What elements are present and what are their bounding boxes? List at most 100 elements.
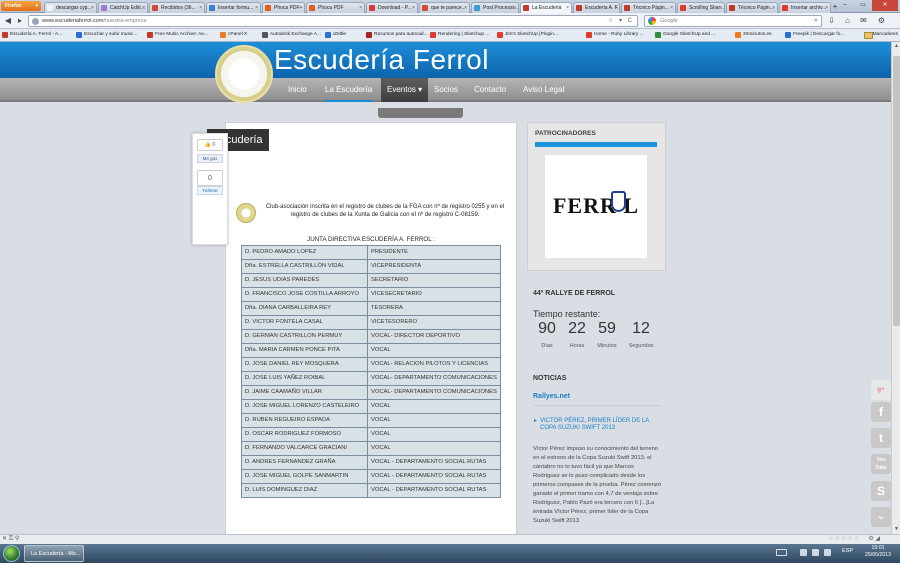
close-tab-icon[interactable]: × (825, 3, 828, 13)
close-tab-icon[interactable]: × (299, 3, 302, 13)
scroll-down-arrow-icon[interactable]: ▼ (892, 525, 900, 534)
gplus-icon[interactable]: g+ (871, 380, 891, 400)
bookmark-item[interactable]: Escuchar y subir music... (76, 31, 137, 39)
mail-icon[interactable]: ✉ (858, 16, 869, 26)
tray-arrow-icon[interactable] (800, 549, 807, 556)
social-share-widget: 👍 0 Me gus 0 Twittear (192, 133, 228, 245)
start-button[interactable] (3, 545, 20, 562)
scroll-up-arrow-icon[interactable]: ▲ (892, 42, 900, 51)
browser-tab[interactable]: Técnico Págin... × (726, 2, 778, 13)
language-indicator[interactable]: ESP (842, 548, 853, 554)
close-tab-icon[interactable]: × (199, 3, 202, 13)
minimize-button[interactable]: – (836, 0, 854, 11)
rating-stars[interactable]: ☆☆☆☆☆ (828, 535, 860, 544)
close-tab-icon[interactable]: × (566, 3, 569, 13)
facebook-icon[interactable]: f (871, 402, 891, 422)
table-row: D. JOSE MIGUEL LORENZO CASTELEIRO VOCAL (241, 399, 501, 414)
bookmark-item[interactable]: iZettle (325, 31, 346, 39)
bookmark-item[interactable]: 20minutos.es (735, 31, 772, 39)
site-title[interactable]: Escudería Ferrol (274, 44, 489, 76)
menu-item-contacto[interactable]: Contacto (474, 78, 506, 102)
bookmark-item[interactable]: Freepik | Descargar fo... (785, 31, 844, 39)
close-tab-icon[interactable]: × (772, 3, 775, 13)
close-tab-icon[interactable]: × (255, 3, 258, 13)
close-tab-icon[interactable]: × (142, 3, 145, 13)
url-text[interactable]: www.escuderiaferrol.com/nuestra-empresa (42, 17, 147, 26)
addon-gear-icon[interactable]: ⚙ ◢ (868, 535, 880, 544)
twitter-icon[interactable]: t (871, 428, 891, 448)
menu-item-socios[interactable]: Socios (434, 78, 458, 102)
close-tab-icon[interactable]: × (513, 3, 516, 13)
tweet-button[interactable]: Twittear (197, 186, 223, 195)
browser-tab[interactable]: CatchUp Editi... × (98, 2, 148, 13)
member-role-cell: VICETESORERO (367, 315, 501, 330)
like-button[interactable]: 👍 0 (197, 139, 223, 151)
browser-tab[interactable]: descargar cyp... × (44, 2, 97, 13)
gear-icon[interactable]: ⚙ (876, 16, 887, 26)
browser-tab[interactable]: Técnico Págin... × (621, 2, 676, 13)
bookmark-item[interactable]: Escudería A. Ferrol - A... (2, 31, 62, 39)
keyboard-icon[interactable] (776, 549, 787, 556)
bookmark-item[interactable]: cPanel X (220, 31, 247, 39)
browser-tab[interactable]: Phoca PDF × (306, 2, 365, 13)
home-icon[interactable]: ⌂ (842, 16, 853, 26)
maximize-button[interactable]: ▭ (854, 0, 872, 11)
youtube-icon[interactable]: You Tube (871, 454, 891, 474)
back-arrow-icon[interactable]: ◀ (3, 16, 13, 26)
google-icon[interactable] (648, 17, 656, 25)
news-source-link[interactable]: Rallyes.net (533, 393, 570, 400)
taskbar-window-item[interactable]: La Escudería - Mo... (24, 545, 84, 562)
close-tab-icon[interactable]: × (670, 3, 673, 13)
bookmark-item[interactable]: Google SketchUp and ... (655, 31, 715, 39)
news-headline-link[interactable]: VICTOR PÉREZ, PRIMER LÍDER DE LA COPA SU… (534, 418, 662, 432)
volume-icon[interactable] (824, 549, 831, 556)
download-icon[interactable]: ⇩ (826, 16, 837, 26)
bookmark-item[interactable]: Jim's SketchUp [Plugin... (497, 31, 558, 39)
network-icon[interactable] (812, 549, 819, 556)
browser-tab[interactable]: Insertar formu... × (206, 2, 261, 13)
bookmark-item[interactable]: Free Music Archive: Ae... (147, 31, 208, 39)
menu-item-aviso-legal[interactable]: Aviso Legal (523, 78, 564, 102)
skype-icon[interactable]: S (871, 481, 891, 501)
bookmark-item[interactable]: Rendering | Sketchup ... (430, 31, 489, 39)
facebook-like-button[interactable]: Me gus (197, 154, 223, 163)
sponsor-logo[interactable]: FERR L (545, 155, 647, 258)
menu-item-la-escuderia[interactable]: La Escudería (325, 78, 373, 102)
bookmark-label: Jim's SketchUp [Plugin... (505, 32, 558, 37)
addon-bar-icons[interactable]: ✕ ⚿ ⚲ (2, 535, 19, 544)
bookmark-label: iZettle (333, 32, 347, 37)
search-icon[interactable]: ⌕ (814, 16, 818, 26)
browser-tab[interactable]: Phoca PDF - J...× (262, 2, 305, 13)
address-bar[interactable]: www.escuderiaferrol.com/nuestra-empresa … (28, 15, 638, 27)
club-logo[interactable] (215, 45, 273, 103)
bookmark-item[interactable]: Recursos para autocad... (366, 31, 428, 39)
browser-tab[interactable]: Insertar archiv... × (779, 2, 831, 13)
menu-item-inicio[interactable]: Inicio (288, 78, 307, 102)
close-tab-icon[interactable]: × (412, 3, 415, 13)
close-tab-icon[interactable]: × (91, 3, 94, 13)
forward-arrow-icon[interactable]: ▸ (15, 16, 25, 26)
site-identity-icon[interactable] (32, 18, 39, 25)
close-tab-icon[interactable]: × (719, 3, 722, 13)
menu-item-eventos[interactable]: Eventos ▾ (381, 78, 429, 102)
scroll-down-icon[interactable]: ⌄ (871, 507, 891, 527)
close-tab-icon[interactable]: × (614, 3, 617, 13)
firefox-menu-button[interactable]: Firefox (1, 1, 41, 11)
vertical-scrollbar[interactable]: ▲ ▼ (891, 42, 900, 534)
bookmark-item[interactable]: Autodesk Exchange A... (262, 31, 321, 39)
browser-tab[interactable]: Escudería A. F... × (573, 2, 620, 13)
scrollbar-thumb[interactable] (893, 56, 900, 326)
url-controls[interactable]: ☆ ▾ C (608, 16, 634, 26)
clock[interactable]: 19:01 25/05/2013 (862, 545, 894, 559)
close-tab-icon[interactable]: × (464, 3, 467, 13)
bookmark-item[interactable]: Home - Ruby Library ... (586, 31, 644, 39)
close-window-button[interactable]: ✕ (872, 0, 898, 11)
browser-tab[interactable]: Recibidos (36... × (149, 2, 205, 13)
browser-tab[interactable]: Download - P... × (366, 2, 418, 13)
search-box[interactable]: Google ⌕ (644, 15, 822, 27)
bookmarks-folder[interactable]: Marcadores (863, 31, 898, 39)
browser-tab[interactable]: que te parece... × (419, 2, 470, 13)
browser-tab[interactable]: Post Processi... × (471, 2, 519, 13)
close-tab-icon[interactable]: × (359, 3, 362, 13)
browser-tab[interactable]: Scrolling Shar... × (677, 2, 725, 13)
